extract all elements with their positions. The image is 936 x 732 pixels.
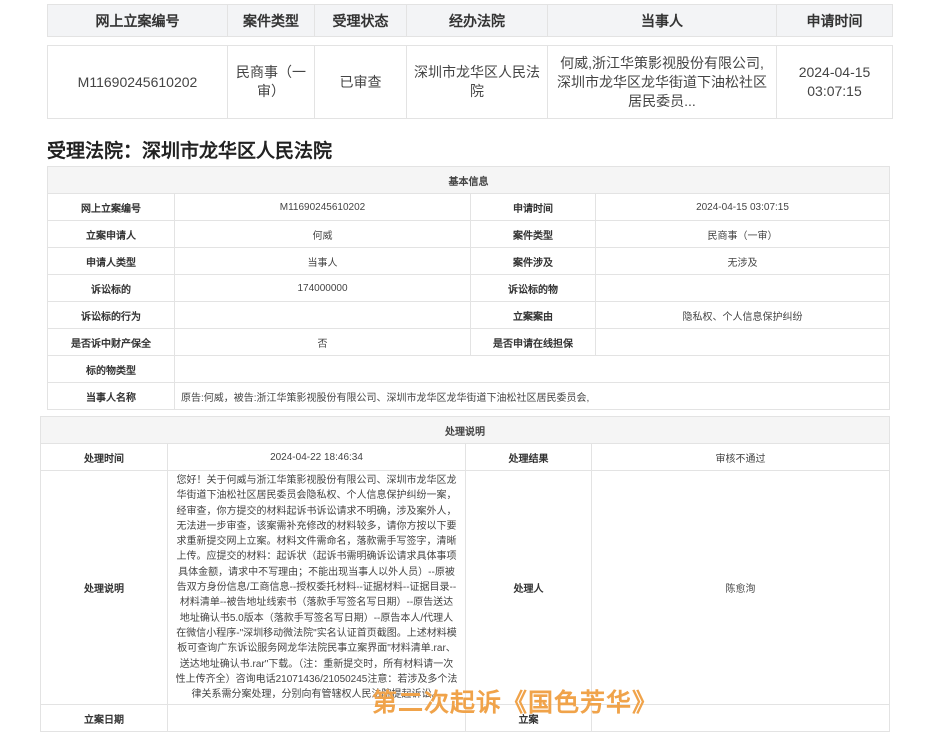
header-case-type: 案件类型 (227, 4, 315, 37)
desc-line: 经审查，你方提交的材料起诉书诉讼请求不明确，涉及案外人， (176, 505, 457, 517)
label-case-involve: 案件涉及 (470, 247, 596, 275)
value-party-names: 原告:何威，被告:浙江华策影视股份有限公司、深圳市龙华区龙华街道下油松社区居民委… (174, 382, 890, 410)
basic-info-table: 基本信息 网上立案编号 M11690245610202 申请时间 2024-04… (47, 166, 890, 410)
label-applicant: 立案申请人 (47, 220, 175, 248)
row-parties: 何威,浙江华策影视股份有限公司,深圳市龙华区龙华街道下油松社区居民委员... (547, 45, 777, 119)
row-apply-time: 2024-04-15 03:07:15 (776, 45, 893, 119)
label-applicant-type: 申请人类型 (47, 247, 175, 275)
watermark-caption: 第二次起诉《国色芳华》 (372, 688, 659, 717)
value-preservation: 否 (174, 328, 471, 356)
desc-line: 告双方身份信息/工商信息--授权委托材料--证据材料--证据目录-- (176, 582, 457, 594)
value-claim-behavior (174, 301, 471, 329)
row-apply-clock: 03:07:15 (807, 83, 862, 99)
label-cause: 立案案由 (470, 301, 596, 329)
label-preservation: 是否诉中财产保全 (47, 328, 175, 356)
desc-line: 材料清单--被告地址线索书（落款手写签名写日期）--原告送达 (179, 597, 454, 609)
header-status: 受理状态 (314, 4, 407, 37)
label-process-time: 处理时间 (40, 443, 168, 471)
label-case-type: 案件类型 (470, 220, 596, 248)
court-heading: 受理法院：深圳市龙华区人民法院 (47, 141, 333, 162)
value-apply-time: 2024-04-15 03:07:15 (595, 193, 890, 221)
label-process-desc: 处理说明 (40, 469, 168, 706)
basic-info-title: 基本信息 (47, 166, 890, 194)
value-case-involve: 无涉及 (595, 247, 890, 275)
row-apply-date: 2024-04-15 (798, 64, 871, 80)
value-process-time: 2024-04-22 18:46:34 (167, 443, 466, 471)
header-case-no: 网上立案编号 (47, 4, 228, 37)
label-guarantee: 是否申请在线担保 (470, 328, 596, 356)
label-apply-time: 申请时间 (470, 193, 596, 221)
value-case-type: 民商事（一审） (595, 220, 890, 248)
label-party-names: 当事人名称 (47, 382, 175, 410)
row-parties-text: 何威,浙江华策影视股份有限公司,深圳市龙华区龙华街道下油松社区居民委员... (557, 54, 767, 109)
label-case-no: 网上立案编号 (47, 193, 175, 221)
desc-line: 求重新提交网上立案。材料文件需命名，落款需手写签字，清晰 (176, 536, 457, 548)
value-case-no: M11690245610202 (174, 193, 471, 221)
label-filing-date: 立案日期 (40, 704, 168, 732)
value-applicant: 何威 (174, 220, 471, 248)
desc-line: 送达地址确认书.rar"下载。（注：重新提交时，所有材料请一次 (179, 658, 454, 670)
row-court: 深圳市龙华区人民法院 (406, 45, 548, 119)
header-court: 经办法院 (406, 4, 548, 37)
label-object-type: 标的物类型 (47, 355, 175, 383)
desc-line: 具体金额，请求中不写理由；不能出现当事人以外人员）--原被 (178, 566, 455, 578)
value-guarantee (595, 328, 890, 356)
header-apply-time: 申请时间 (776, 4, 893, 37)
value-handler: 陈愈洵 (591, 469, 890, 706)
value-process-result: 审核不通过 (591, 443, 890, 471)
label-claim-behavior: 诉讼标的行为 (47, 301, 175, 329)
row-status: 已审查 (314, 45, 407, 119)
value-process-desc: 您好！关于何威与浙江华策影视股份有限公司、深圳市龙华区龙 华街道下油松社区居民委… (167, 469, 466, 706)
value-cause: 隐私权、个人信息保护纠纷 (595, 301, 890, 329)
case-list-table: 网上立案编号 案件类型 受理状态 经办法院 当事人 申请时间 M11690245… (47, 4, 893, 119)
desc-line: 地址确认书5.0版本（落款手写签名写日期）--原告本人/代理人 (179, 612, 454, 624)
desc-line: 无法进一步审查，该案需补充修改的材料较多，请你方按以下要 (176, 520, 457, 532)
row-case-type-text: 民商事（一审） (236, 64, 306, 99)
label-handler: 处理人 (465, 469, 592, 706)
desc-line: 在微信小程序-"深圳移动微法院"实名认证首页截图。上述材料模 (176, 627, 457, 639)
value-claim-amount: 174000000 (174, 274, 471, 302)
desc-line: 上传。应提交的材料：起诉状（起诉书需明确诉讼请求具体事项 (176, 551, 457, 563)
table-row[interactable]: M11690245610202 民商事（一审） 已审查 深圳市龙华区人民法院 何… (47, 45, 893, 119)
value-applicant-type: 当事人 (174, 247, 471, 275)
header-parties: 当事人 (547, 4, 777, 37)
desc-line: 您好！关于何威与浙江华策影视股份有限公司、深圳市龙华区龙 (176, 475, 457, 486)
value-object-type (174, 355, 890, 383)
header-gap (47, 36, 893, 46)
processing-title: 处理说明 (40, 416, 890, 444)
row-court-text: 深圳市龙华区人民法院 (414, 64, 540, 99)
row-case-type: 民商事（一审） (227, 45, 315, 119)
label-claim-object: 诉讼标的物 (470, 274, 596, 302)
desc-line: 板可查询广东诉讼服务网龙华法院民事立案界面"材料清单.rar、 (177, 643, 456, 655)
case-list-header: 网上立案编号 案件类型 受理状态 经办法院 当事人 申请时间 (47, 4, 893, 37)
label-claim-amount: 诉讼标的 (47, 274, 175, 302)
desc-line: 华街道下油松社区居民委员会隐私权、个人信息保护纠纷一案， (176, 490, 457, 502)
row-case-no[interactable]: M11690245610202 (47, 45, 228, 119)
label-process-result: 处理结果 (465, 443, 592, 471)
value-claim-object (595, 274, 890, 302)
